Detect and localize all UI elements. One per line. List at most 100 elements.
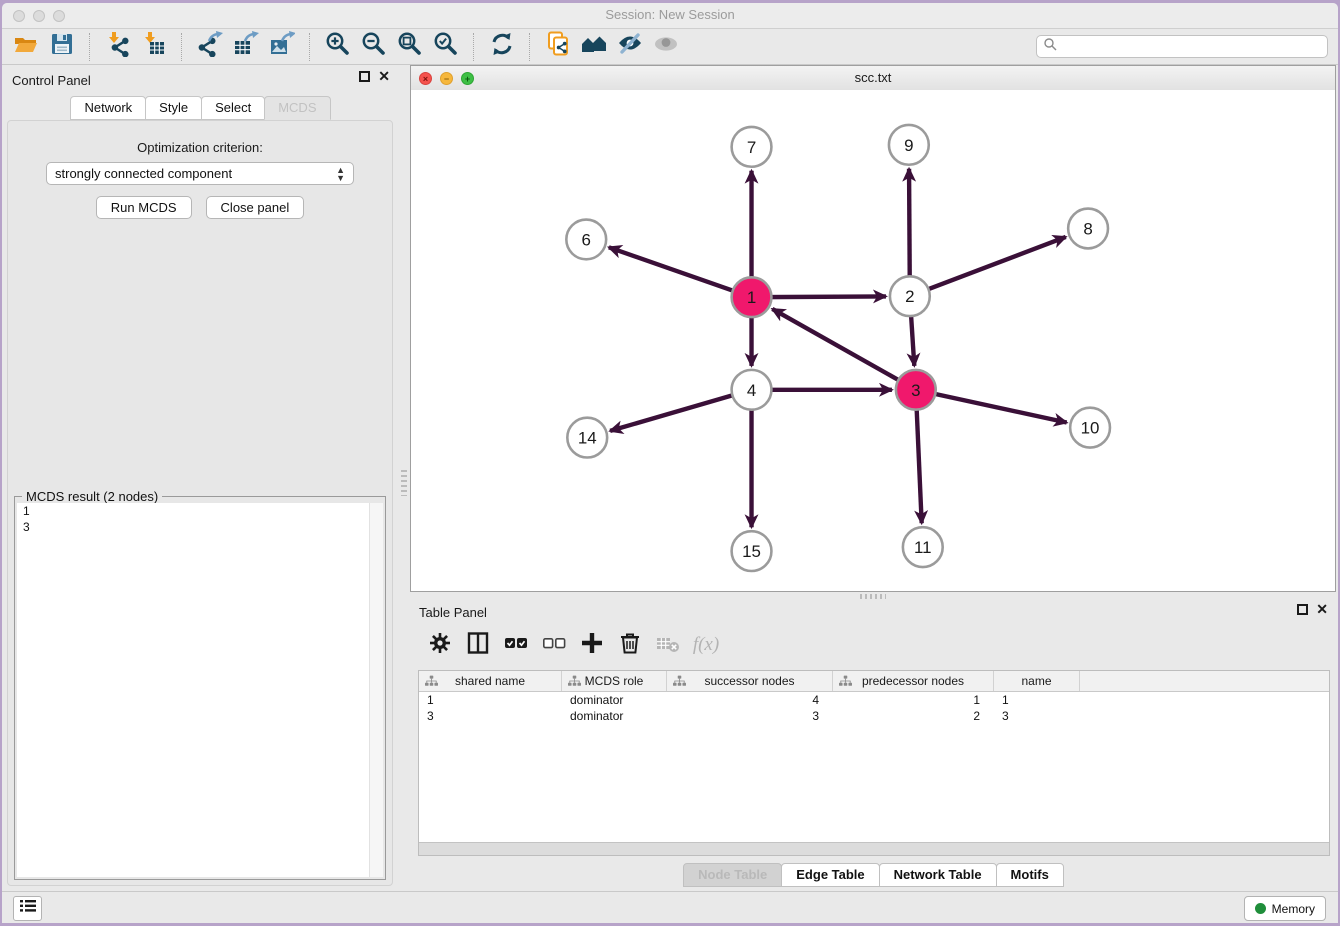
svg-text:10: 10 xyxy=(1081,419,1100,438)
graph-node-4[interactable]: 4 xyxy=(732,370,772,410)
first-neighbors-icon xyxy=(581,31,607,62)
column-header-MCDS-role[interactable]: MCDS role xyxy=(562,671,667,691)
splitter-grip[interactable] xyxy=(860,594,886,599)
graph-node-9[interactable]: 9 xyxy=(889,125,929,165)
mcds-tab-content: Optimization criterion: strongly connect… xyxy=(7,120,393,886)
float-panel-icon[interactable] xyxy=(1297,604,1308,615)
import-table-button[interactable] xyxy=(136,32,172,62)
search-box[interactable] xyxy=(1036,35,1328,58)
tab-motifs[interactable]: Motifs xyxy=(996,863,1064,887)
vertical-splitter[interactable] xyxy=(398,65,410,892)
graph-node-6[interactable]: 6 xyxy=(566,220,606,260)
save-session-button[interactable] xyxy=(44,32,80,62)
export-image-icon xyxy=(269,31,295,62)
graph-edge-2-8[interactable] xyxy=(910,237,1066,296)
svg-text:1: 1 xyxy=(747,288,756,307)
graph-edge-3-10[interactable] xyxy=(916,390,1067,423)
open-session-button[interactable] xyxy=(8,32,44,62)
column-header-predecessor-nodes[interactable]: predecessor nodes xyxy=(833,671,994,691)
tab-node-table[interactable]: Node Table xyxy=(683,863,782,887)
apply-layout-button[interactable] xyxy=(484,32,520,62)
criterion-select[interactable]: strongly connected component ▲▼ xyxy=(46,162,354,185)
graph-node-11[interactable]: 11 xyxy=(903,527,943,567)
new-network-from-selection-icon xyxy=(545,31,571,62)
graph-node-10[interactable]: 10 xyxy=(1070,408,1110,448)
svg-text:14: 14 xyxy=(578,429,597,448)
network-canvas[interactable]: 7 9 6 8 1 2 4 3 14 10 15 11 xyxy=(411,90,1335,591)
column-header-shared-name[interactable]: shared name xyxy=(419,671,562,691)
graph-node-1[interactable]: 1 xyxy=(732,277,772,317)
export-table-button[interactable] xyxy=(228,32,264,62)
toolbar-separator xyxy=(529,33,531,61)
graph-node-15[interactable]: 15 xyxy=(732,531,772,571)
cell-name: 3 xyxy=(994,708,1080,724)
tab-style[interactable]: Style xyxy=(145,96,202,120)
graph-edge-3-1[interactable] xyxy=(772,309,915,390)
hide-selected-button[interactable] xyxy=(612,32,648,62)
task-history-button[interactable] xyxy=(13,896,42,921)
graph-node-8[interactable]: 8 xyxy=(1068,209,1108,249)
table-horizontal-scrollbar[interactable] xyxy=(419,842,1329,855)
main-toolbar xyxy=(2,29,1338,65)
zoom-selected-button[interactable] xyxy=(428,32,464,62)
tab-network[interactable]: Network xyxy=(70,96,146,120)
export-network-button[interactable] xyxy=(192,32,228,62)
toggle-columns-button[interactable] xyxy=(462,629,494,661)
svg-text:2: 2 xyxy=(905,287,914,306)
delete-column-icon xyxy=(617,630,643,661)
memory-status-icon xyxy=(1255,903,1266,914)
table-settings-button[interactable] xyxy=(424,629,456,661)
table-header-row: shared nameMCDS rolesuccessor nodesprede… xyxy=(419,671,1329,692)
column-header-name[interactable]: name xyxy=(994,671,1080,691)
first-neighbors-button[interactable] xyxy=(576,32,612,62)
toolbar-separator xyxy=(309,33,311,61)
export-image-button[interactable] xyxy=(264,32,300,62)
import-network-button[interactable] xyxy=(100,32,136,62)
splitter-grip[interactable] xyxy=(401,470,407,496)
horizontal-splitter[interactable] xyxy=(410,592,1336,600)
zoom-out-button[interactable] xyxy=(356,32,392,62)
tab-mcds[interactable]: MCDS xyxy=(264,96,330,120)
cell-name: 1 xyxy=(994,692,1080,708)
table-row[interactable]: 1dominator411 xyxy=(419,692,1329,708)
float-panel-icon[interactable] xyxy=(359,71,370,82)
toolbar-separator xyxy=(181,33,183,61)
add-column-icon xyxy=(579,630,605,661)
zoom-fit-button[interactable] xyxy=(392,32,428,62)
table-toolbar: f(x) xyxy=(424,624,1328,666)
graph-node-2[interactable]: 2 xyxy=(890,276,930,316)
zoom-in-button[interactable] xyxy=(320,32,356,62)
table-row[interactable]: 3dominator323 xyxy=(419,708,1329,724)
new-network-from-selection-button[interactable] xyxy=(540,32,576,62)
close-panel-icon[interactable]: ✕ xyxy=(1316,604,1328,615)
table-settings-icon xyxy=(427,630,453,661)
delete-column-button[interactable] xyxy=(614,629,646,661)
column-header-successor-nodes[interactable]: successor nodes xyxy=(667,671,833,691)
memory-button[interactable]: Memory xyxy=(1244,896,1326,921)
deselect-all-rows-button[interactable] xyxy=(538,629,570,661)
add-column-button[interactable] xyxy=(576,629,608,661)
show-all-button xyxy=(648,32,684,62)
function-builder-icon: f(x) xyxy=(693,634,719,656)
result-scrollbar[interactable] xyxy=(369,503,383,877)
run-mcds-button[interactable]: Run MCDS xyxy=(96,196,192,219)
graph-edge-4-14[interactable] xyxy=(610,390,751,431)
graph-node-3[interactable]: 3 xyxy=(896,370,936,410)
tab-network-table[interactable]: Network Table xyxy=(879,863,997,887)
window-title: Session: New Session xyxy=(2,7,1338,22)
tab-select[interactable]: Select xyxy=(201,96,265,120)
close-panel-button[interactable]: Close panel xyxy=(206,196,305,219)
graph-node-14[interactable]: 14 xyxy=(567,418,607,458)
network-window-title: scc.txt xyxy=(411,70,1335,85)
search-input[interactable] xyxy=(1057,39,1327,55)
graph-node-7[interactable]: 7 xyxy=(732,127,772,167)
close-panel-icon[interactable]: ✕ xyxy=(378,71,390,82)
save-session-icon xyxy=(49,31,75,62)
table-panel: Table Panel ✕ f(x) shared nameMCDS roles… xyxy=(410,600,1336,892)
select-all-rows-button[interactable] xyxy=(500,629,532,661)
graph-edge-1-6[interactable] xyxy=(609,247,752,297)
mcds-result-list[interactable]: 13 xyxy=(17,503,383,877)
tab-edge-table[interactable]: Edge Table xyxy=(781,863,879,887)
zoom-selected-icon xyxy=(433,31,459,62)
list-icon xyxy=(20,899,36,918)
